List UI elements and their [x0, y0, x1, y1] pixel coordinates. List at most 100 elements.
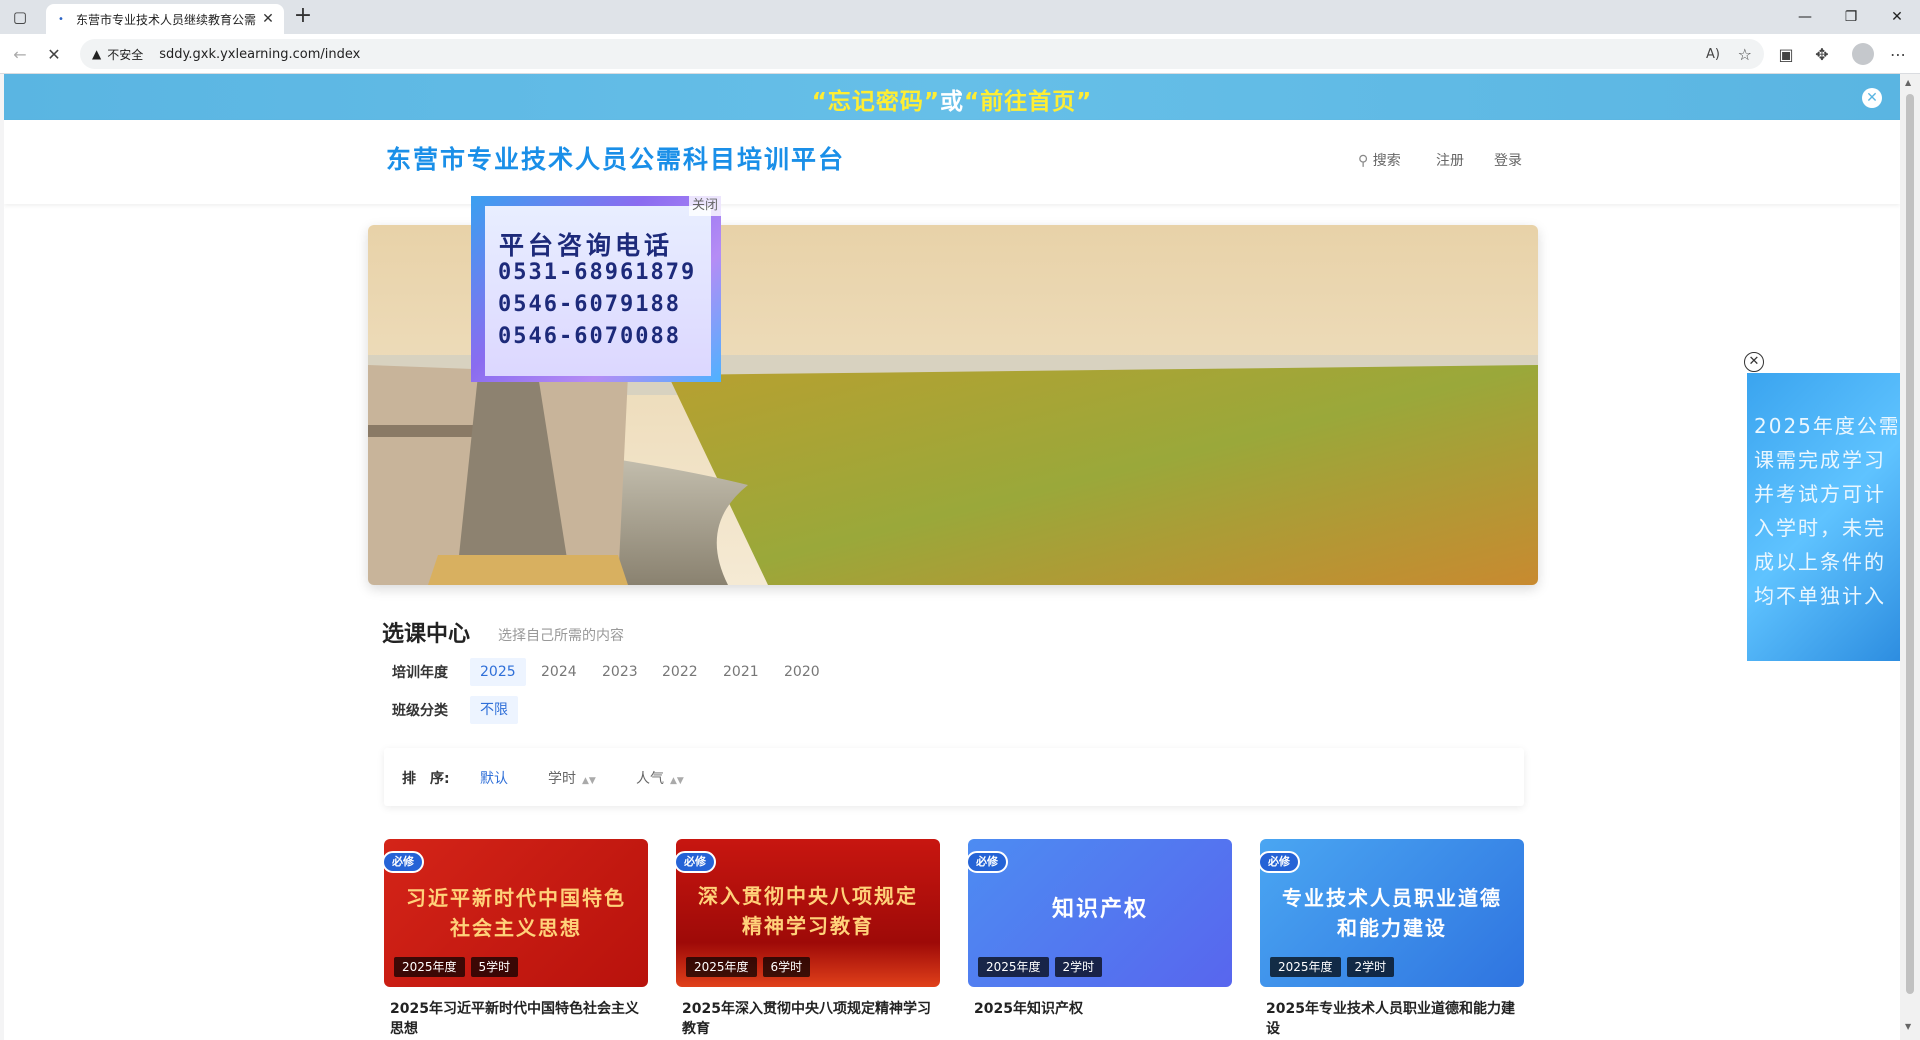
side-float-notice[interactable]: 2025年度公需 课需完成学习 并考试方可计 入学时，未完 成以上条件的 均不单… [1747, 373, 1900, 661]
course-center-subtitle: 选择自己所需的内容 [498, 628, 624, 644]
course-name[interactable]: 2025年专业技术人员职业道德和能力建设 [1260, 999, 1524, 1039]
profile-avatar-icon[interactable] [1852, 43, 1874, 65]
tab-close-icon[interactable]: ✕ [260, 11, 276, 27]
back-icon[interactable]: ← [6, 40, 34, 68]
year-chip-2022[interactable]: 2022 [652, 658, 708, 686]
course-card[interactable]: 知识产权 2025年度 2学时 必修 2025年知识产权 [966, 839, 1232, 1019]
year-chip-2021[interactable]: 2021 [713, 658, 769, 686]
course-card[interactable]: 深入贯彻中央八项规定 精神学习教育 2025年度 6学时 必修 2025年深入贯… [674, 839, 940, 1039]
cover-title: 和能力建设 [1337, 916, 1447, 940]
course-name[interactable]: 2025年知识产权 [968, 999, 1232, 1019]
sort-arrows-icon: ▲▼ [670, 776, 684, 786]
notice-close-icon[interactable]: ✕ [1862, 88, 1882, 108]
scroll-up-icon[interactable]: ▲ [1905, 78, 1911, 87]
popup-title: 平台咨询电话 [499, 231, 674, 260]
cover-title: 习近平新时代中国特色 [406, 886, 626, 910]
extensions-icon[interactable]: ✥ [1808, 40, 1836, 68]
sort-hours[interactable]: 学时 ▲▼ [548, 768, 596, 788]
sort-hours-label: 学时 [548, 771, 576, 787]
more-menu-icon[interactable]: ⋯ [1884, 40, 1912, 68]
phone-number: 0531-68961879 [498, 260, 697, 285]
sort-default[interactable]: 默认 [480, 768, 508, 788]
sort-bar: 排 序: 默认 学时 ▲▼ 人气 ▲▼ [384, 748, 1524, 806]
required-badge: 必修 [1258, 851, 1300, 873]
sort-label: 排 序: [402, 771, 450, 787]
hours-tag: 6学时 [762, 957, 811, 977]
register-link[interactable]: 注册 [1436, 150, 1464, 170]
page-scrollbar[interactable]: ▲ ▼ [1900, 74, 1920, 1040]
side-notice-line: 并考试方可计 [1754, 482, 1886, 506]
search-link[interactable]: ⚲ 搜索 [1358, 150, 1401, 170]
read-aloud-icon[interactable]: A) [1706, 47, 1720, 62]
year-tag: 2025年度 [394, 957, 465, 977]
side-notice-line: 入学时，未完 [1754, 516, 1886, 540]
phone-number: 0546-6079188 [498, 292, 681, 317]
site-header: 东营市专业技术人员公需科目培训平台 ⚲ 搜索 注册 登录 [4, 120, 1900, 204]
cover-title: 知识产权 [1051, 897, 1148, 922]
address-bar[interactable]: ▲ 不安全 sddy.gxk.yxlearning.com/index A) ☆ [80, 39, 1764, 69]
browser-toolbar: ← ✕ ▲ 不安全 sddy.gxk.yxlearning.com/index … [0, 34, 1920, 74]
course-name[interactable]: 2025年深入贯彻中央八项规定精神学习教育 [676, 999, 940, 1039]
side-notice-close-icon[interactable]: ✕ [1744, 352, 1764, 372]
forgot-password-link[interactable]: “忘记密码” [812, 89, 940, 115]
phone-number: 0546-6070088 [498, 324, 681, 349]
sort-arrows-icon: ▲▼ [582, 776, 596, 786]
year-chip-2020[interactable]: 2020 [774, 658, 830, 686]
popup-close-button[interactable]: 关闭 [689, 196, 721, 216]
top-notice-text: “忘记密码”或“前往首页” [812, 82, 1092, 116]
year-tag: 2025年度 [1270, 957, 1341, 977]
class-chip-all[interactable]: 不限 [470, 696, 518, 724]
required-badge: 必修 [674, 851, 716, 873]
search-icon: ⚲ [1358, 153, 1369, 169]
year-tag: 2025年度 [686, 957, 757, 977]
course-center-title: 选课中心 [382, 622, 471, 647]
notice-or: 或 [940, 89, 964, 115]
url-text[interactable]: sddy.gxk.yxlearning.com/index [159, 47, 360, 62]
course-name[interactable]: 2025年习近平新时代中国特色社会主义思想 [384, 999, 648, 1039]
side-notice-line: 课需完成学习 [1754, 448, 1886, 472]
loading-icon: • [58, 13, 64, 25]
site-logo[interactable]: 东营市专业技术人员公需科目培训平台 [386, 140, 845, 176]
course-tags: 2025年度 2学时 [1270, 957, 1395, 977]
year-chip-2023[interactable]: 2023 [592, 658, 648, 686]
go-home-link[interactable]: “前往首页” [964, 89, 1092, 115]
course-tags: 2025年度 6学时 [686, 957, 811, 977]
class-filter-label: 班级分类 [392, 703, 448, 719]
required-badge: 必修 [382, 851, 424, 873]
sort-popularity-label: 人气 [636, 771, 664, 787]
window-close-icon[interactable]: ✕ [1874, 0, 1920, 34]
scrollbar-thumb[interactable] [1906, 94, 1914, 994]
cover-title: 精神学习教育 [742, 914, 874, 938]
hours-tag: 2学时 [1054, 957, 1103, 977]
new-tab-button[interactable]: + [290, 4, 316, 30]
consult-phone-popup: 关闭 平台咨询电话 0531-68961879 0546-6079188 054… [471, 196, 721, 382]
insecure-label: 不安全 [107, 47, 144, 62]
side-notice-line: 均不单独计入 [1754, 584, 1886, 608]
side-notice-line: 成以上条件的 [1754, 550, 1886, 574]
tab-actions-icon[interactable]: ▢ [8, 6, 32, 28]
year-chip-2025[interactable]: 2025 [470, 658, 526, 686]
course-tags: 2025年度 5学时 [394, 957, 519, 977]
course-card[interactable]: 习近平新时代中国特色 社会主义思想 2025年度 5学时 必修 2025年习近平… [382, 839, 648, 1039]
restore-icon[interactable]: ❐ [1828, 0, 1874, 34]
browser-tab-active[interactable]: • 东营市专业技术人员继续教育公需 ✕ [46, 4, 284, 34]
collections-icon[interactable]: ▣ [1772, 40, 1800, 68]
required-badge: 必修 [966, 851, 1008, 873]
login-link[interactable]: 登录 [1494, 150, 1522, 170]
stop-loading-icon[interactable]: ✕ [40, 40, 68, 68]
sort-popularity[interactable]: 人气 ▲▼ [636, 768, 684, 788]
side-notice-text: 2025年度公需 课需完成学习 并考试方可计 入学时，未完 成以上条件的 均不单… [1754, 409, 1897, 613]
browser-tab-bar: ▢ • 东营市专业技术人员继续教育公需 ✕ + — ❐ ✕ [0, 0, 1920, 34]
cover-title: 深入贯彻中央八项规定 [698, 884, 918, 908]
minimize-icon[interactable]: — [1782, 0, 1828, 34]
hours-tag: 2学时 [1346, 957, 1395, 977]
course-card[interactable]: 专业技术人员职业道德 和能力建设 2025年度 2学时 必修 2025年专业技术… [1258, 839, 1524, 1039]
warning-icon: ▲ [92, 47, 102, 61]
cover-title: 专业技术人员职业道德 [1282, 886, 1502, 910]
top-notice-bar: “忘记密码”或“前往首页” ✕ [4, 74, 1900, 120]
year-chip-2024[interactable]: 2024 [531, 658, 587, 686]
favorite-star-icon[interactable]: ☆ [1738, 45, 1752, 64]
side-notice-line: 2025年度公需 [1754, 414, 1897, 438]
cover-title: 社会主义思想 [450, 916, 582, 940]
scroll-down-icon[interactable]: ▼ [1905, 1022, 1911, 1031]
